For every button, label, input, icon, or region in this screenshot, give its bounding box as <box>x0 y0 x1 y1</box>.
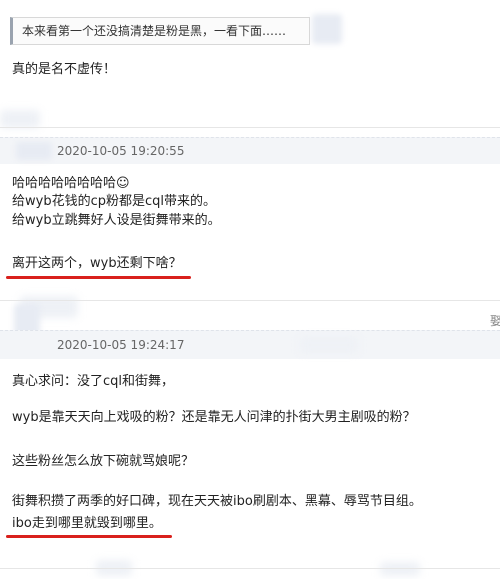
post-timestamp: 2020-10-05 19:24:17 <box>57 338 185 352</box>
post-line: 真心求问：没了cql和街舞， <box>12 374 175 389</box>
post-line-highlighted: ibo走到哪里就毁到哪里。 <box>12 516 162 531</box>
post-line: 给wyb立跳舞好人设是街舞带来的。 <box>12 213 221 228</box>
red-underline <box>6 276 191 279</box>
quoted-reply-text: 本来看第一个还没搞清楚是粉是黑，一看下面…… <box>22 24 287 38</box>
post-line: 街舞积攒了两季的好口碑，现在天天被ibo刷剧本、黑幕、辱骂节目组。 <box>12 494 422 509</box>
post-body-text: 真的是名不虚传！ <box>12 62 117 77</box>
post-meta-row: 2020-10-05 19:24:17 <box>0 330 500 359</box>
side-label: 娶 <box>490 314 500 328</box>
post-divider <box>0 300 500 301</box>
blurred-meta <box>300 337 358 353</box>
post-divider <box>0 127 500 128</box>
post-divider <box>0 568 500 569</box>
post-line-highlighted: 离开这两个，wyb还剩下啥？ <box>12 256 182 271</box>
post-line: wyb是靠天天向上戏吸的粉？还是靠无人问津的扑街大男主剧吸的粉？ <box>12 410 416 425</box>
blurred-avatar <box>312 14 342 44</box>
blurred-username <box>380 562 420 576</box>
red-underline <box>6 535 172 538</box>
blurred-avatar <box>16 142 52 160</box>
post-meta-row: 2020-10-05 19:20:55 <box>0 137 500 164</box>
post-timestamp: 2020-10-05 19:20:55 <box>57 144 185 158</box>
post-line: 哈哈哈哈哈哈哈哈☺ <box>12 176 130 191</box>
quoted-reply: 本来看第一个还没搞清楚是粉是黑，一看下面…… <box>10 17 310 45</box>
blurred-username <box>0 110 40 128</box>
post-line: 这些粉丝怎么放下碗就骂娘呢？ <box>12 454 195 469</box>
post-line: 给wyb花钱的cp粉都是cql带来的。 <box>12 194 216 209</box>
